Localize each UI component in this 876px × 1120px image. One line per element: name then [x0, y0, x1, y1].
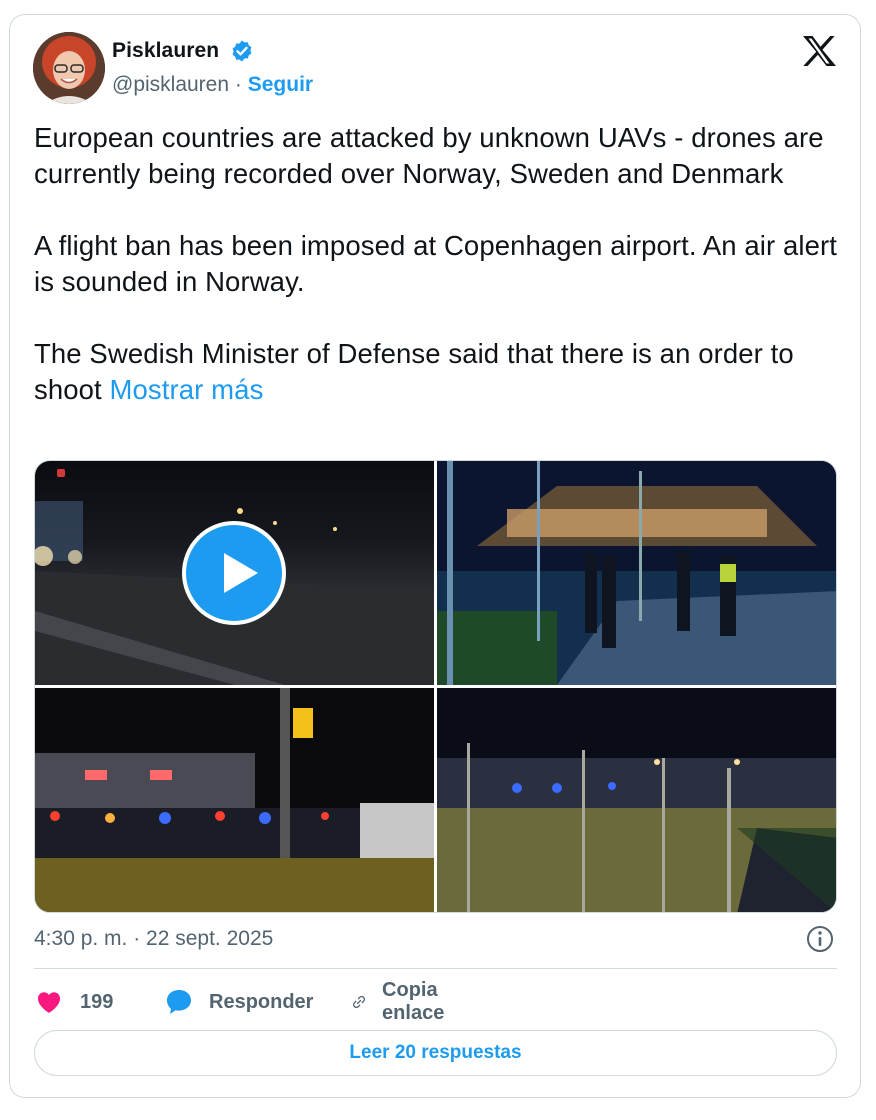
tweet-paragraph: A flight ban has been imposed at Copenha…	[34, 230, 838, 297]
copy-link-label: Copia enlace	[382, 979, 445, 1024]
follow-button[interactable]: Seguir	[248, 73, 313, 96]
media-grid	[34, 460, 837, 913]
tweet-card: Pisklauren @pisklauren · Seguir European…	[9, 14, 861, 1098]
play-icon[interactable]	[182, 521, 286, 625]
media-image-police-lights[interactable]	[35, 688, 434, 912]
show-more-link[interactable]: Mostrar más	[110, 374, 264, 405]
read-replies-button[interactable]: Leer 20 respuestas	[34, 1030, 837, 1076]
x-logo-icon[interactable]	[801, 35, 837, 67]
author-name[interactable]: Pisklauren	[112, 39, 219, 63]
reply-label: Responder	[209, 990, 314, 1013]
divider	[34, 968, 837, 969]
info-icon[interactable]	[805, 924, 835, 954]
verified-badge-icon	[232, 40, 252, 62]
link-icon	[353, 995, 366, 1009]
tweet-timestamp[interactable]: 4:30 p. m. · 22 sept. 2025	[34, 927, 273, 951]
copy-link-button[interactable]: Copia enlace	[350, 979, 456, 1024]
avatar[interactable]	[33, 32, 105, 104]
reply-bubble-icon	[167, 990, 191, 1014]
media-image-police-airport[interactable]	[437, 461, 836, 685]
media-video-thumbnail[interactable]	[35, 461, 434, 685]
handle-row: @pisklauren · Seguir	[112, 73, 313, 97]
media-image-fence[interactable]	[437, 688, 836, 912]
heart-icon	[37, 992, 61, 1013]
handle-separator: ·	[234, 73, 242, 96]
like-button[interactable]: 199	[34, 985, 113, 1019]
tweet-text: European countries are attacked by unkno…	[34, 120, 839, 408]
reply-button[interactable]: Responder	[164, 985, 313, 1019]
tweet-paragraph: European countries are attacked by unkno…	[34, 122, 824, 189]
like-count: 199	[80, 990, 114, 1013]
author-handle[interactable]: @pisklauren	[112, 73, 229, 96]
